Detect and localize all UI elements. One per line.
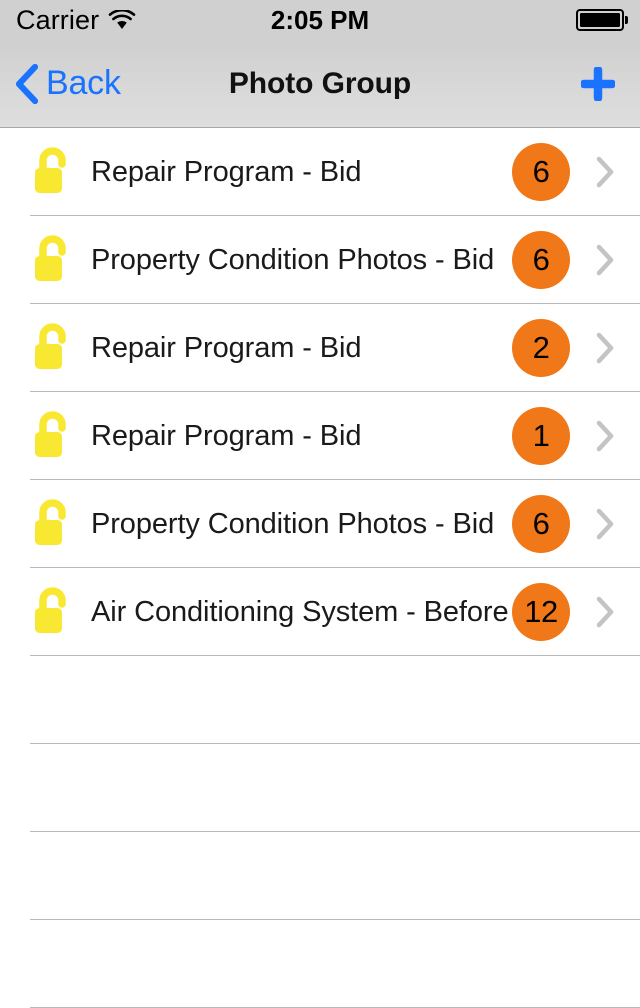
empty-table-row (0, 832, 640, 920)
status-badge: 6 (512, 143, 570, 201)
chevron-right-icon[interactable] (588, 507, 622, 541)
empty-table-row (0, 656, 640, 744)
table-row[interactable]: Property Condition Photos - Bid 6 (0, 216, 640, 304)
table-row-title: Property Condition Photos - Bid (91, 243, 495, 276)
navigation-bar: Back Photo Group (0, 40, 640, 128)
chevron-right-icon[interactable] (588, 419, 622, 453)
table-row-title: Repair Program - Bid (91, 331, 362, 364)
table-row[interactable]: Repair Program - Bid 2 (0, 304, 640, 392)
status-badge: 6 (512, 495, 570, 553)
table-row[interactable]: Repair Program - Bid 6 (0, 128, 640, 216)
lock-open-icon (22, 234, 82, 286)
photo-group-list: Repair Program - Bid 6 Property Condition … (0, 128, 640, 1008)
lock-open-icon (22, 586, 82, 638)
table-row-title: Repair Program - Bid (91, 419, 362, 452)
status-badge: 1 (512, 407, 570, 465)
table-row-title: Repair Program - Bid (91, 155, 362, 188)
table-row-title: Air Conditioning System - Before (91, 595, 509, 628)
battery-full-icon (575, 9, 628, 31)
table-row[interactable]: Repair Program - Bid 1 (0, 392, 640, 480)
table-row[interactable]: Property Condition Photos - Bid 6 (0, 480, 640, 568)
lock-open-icon (22, 146, 82, 198)
chevron-right-icon[interactable] (588, 155, 622, 189)
chevron-right-icon[interactable] (588, 595, 622, 629)
lock-open-icon (22, 498, 82, 550)
status-badge: 6 (512, 231, 570, 289)
status-bar: Carrier 2:05 PM (0, 0, 640, 40)
plus-icon (579, 65, 617, 102)
back-button[interactable]: Back (14, 63, 121, 104)
lock-open-icon (22, 410, 82, 462)
status-badge: 2 (512, 319, 570, 377)
table-row[interactable]: Air Conditioning System - Before 12 (0, 568, 640, 656)
status-bar-time: 2:05 PM (270, 4, 370, 35)
status-badge: 12 (512, 583, 570, 641)
chevron-right-icon[interactable] (588, 243, 622, 277)
chevron-right-icon[interactable] (588, 331, 622, 365)
empty-table-row (0, 744, 640, 832)
empty-table-row (0, 920, 640, 1008)
chevron-left-icon (14, 63, 40, 104)
add-button[interactable] (574, 60, 622, 108)
back-button-label: Back (46, 64, 121, 102)
lock-open-icon (22, 322, 82, 374)
table-row-title: Property Condition Photos - Bid (91, 507, 495, 540)
